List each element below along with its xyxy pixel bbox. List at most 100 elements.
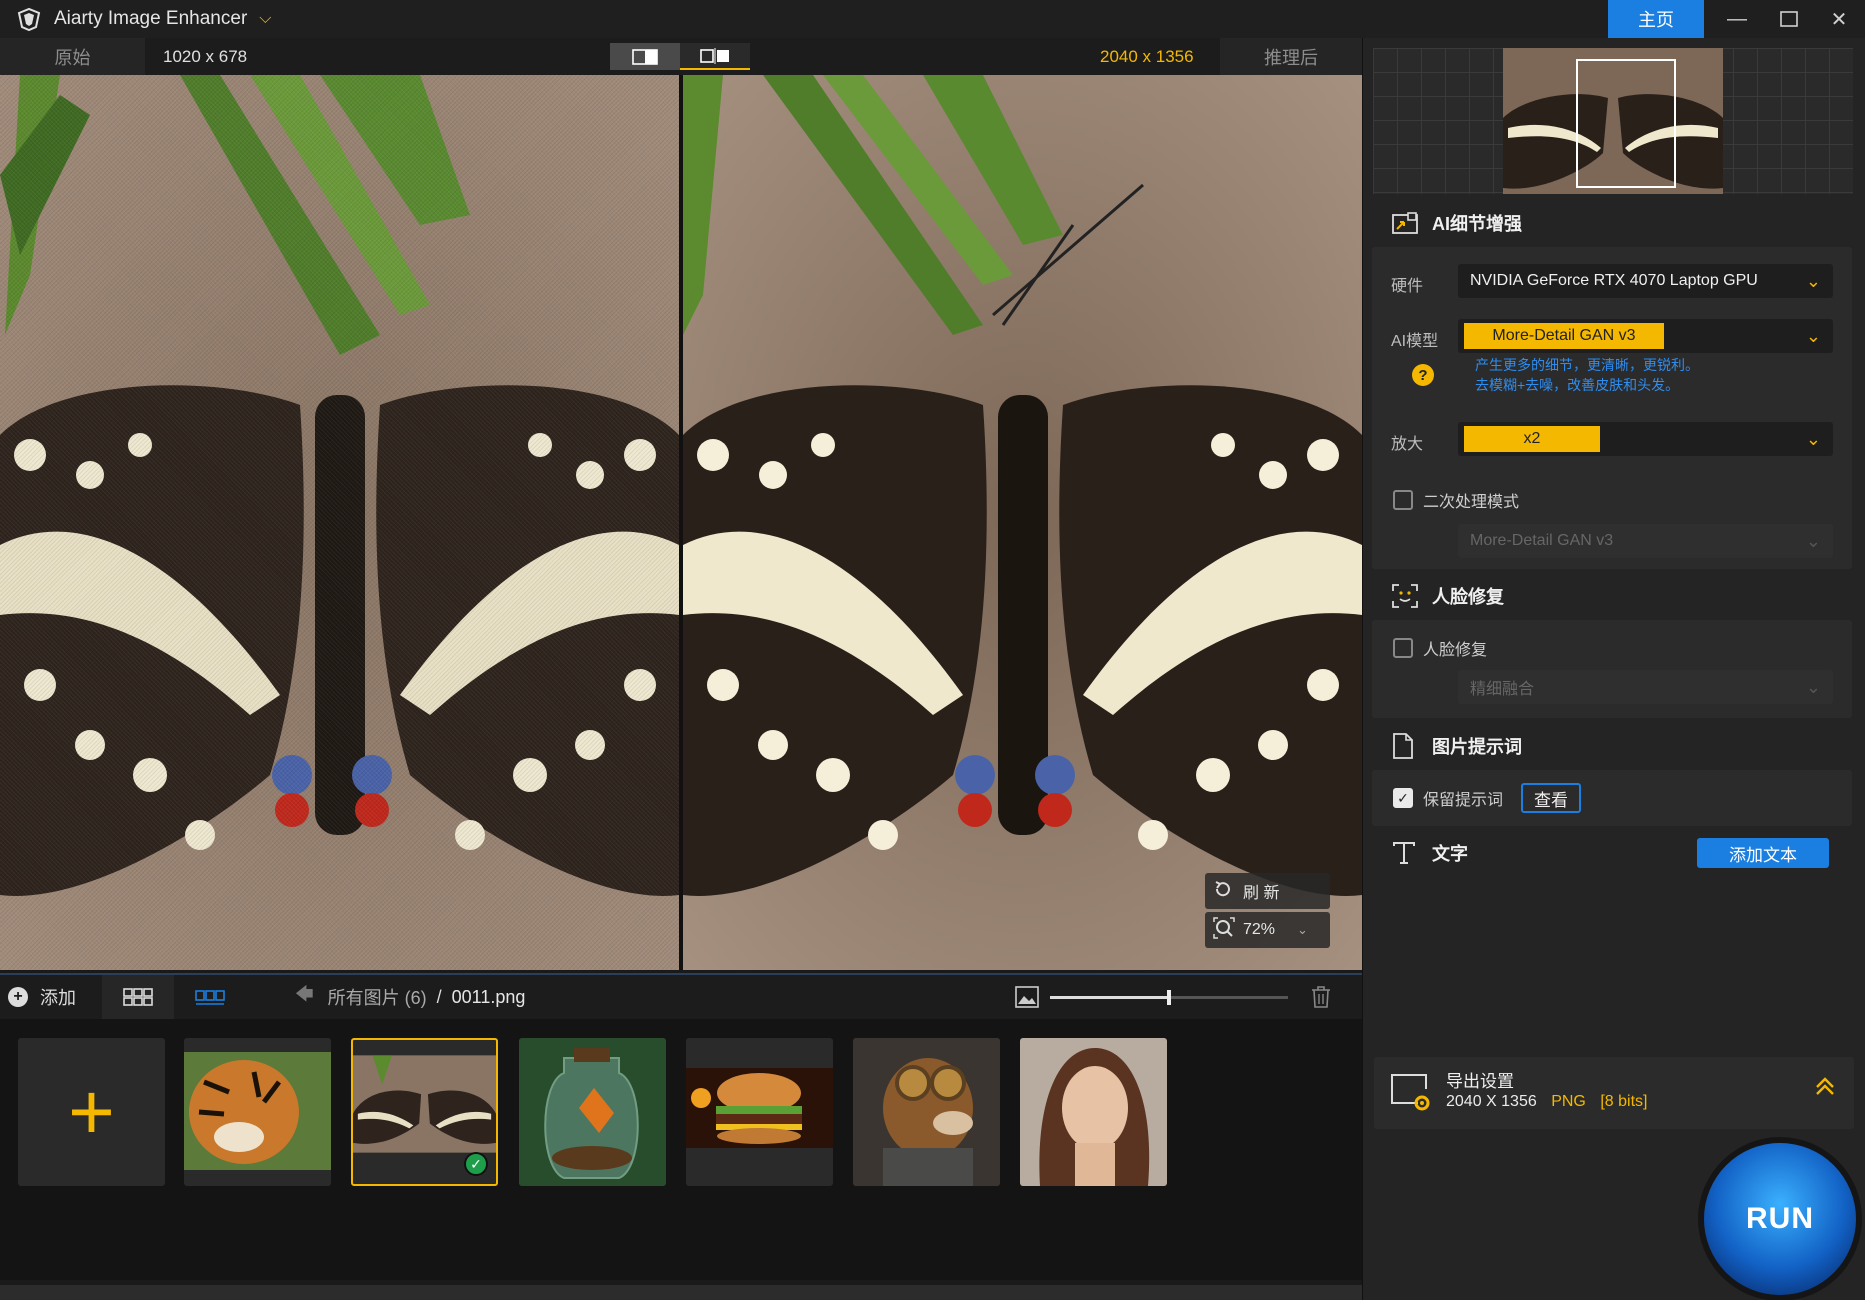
app-window: Aiarty Image Enhancer ⌵ 主页 — ✕ 原始 1020 x… (0, 0, 1865, 1300)
horizontal-scrollbar[interactable] (0, 1285, 1362, 1300)
ai-model-label: AI模型 (1391, 333, 1439, 350)
second-pass-checkbox-row[interactable]: 二次处理模式 (1393, 488, 1519, 512)
title-bar: Aiarty Image Enhancer ⌵ 主页 — ✕ (0, 0, 1865, 38)
export-format: PNG (1551, 1093, 1586, 1110)
strip-view-button[interactable] (174, 975, 246, 1019)
thumbnail-size-slider[interactable] (1050, 990, 1288, 1005)
second-pass-model-select[interactable]: More-Detail GAN v3 ⌄ (1458, 524, 1833, 558)
ai-model-select[interactable]: More-Detail GAN v3 ⌄ (1458, 319, 1833, 353)
navigator-viewport[interactable] (1576, 59, 1676, 188)
text-icon (1392, 841, 1420, 865)
chevron-down-icon[interactable]: ⌵ (259, 10, 271, 28)
single-view-icon (632, 48, 658, 65)
hardware-select[interactable]: NVIDIA GeForce RTX 4070 Laptop GPU ⌄ (1458, 264, 1833, 298)
refresh-label: 刷 新 (1243, 885, 1280, 902)
split-view-button[interactable] (680, 43, 750, 70)
ai-model-value: More-Detail GAN v3 (1464, 323, 1664, 349)
thumbnail-burger[interactable] (686, 1038, 833, 1186)
view-mode-toggle (610, 43, 750, 70)
face-checkbox-label: 人脸修复 (1423, 642, 1488, 659)
thumbnail-portrait[interactable] (1020, 1038, 1167, 1186)
chevron-down-icon: ⌄ (1297, 922, 1308, 937)
zoom-icon (1213, 916, 1243, 944)
second-pass-label: 二次处理模式 (1423, 494, 1520, 511)
breadcrumb-root[interactable]: 所有图片 (6) (328, 984, 427, 1010)
model-desc-line2: 去模糊+去噪，改善皮肤和头发。 (1475, 377, 1680, 393)
slider-handle[interactable] (1167, 990, 1171, 1005)
thumbnail-terrarium[interactable] (519, 1038, 666, 1186)
zoom-value: 72% (1243, 921, 1276, 938)
face-checkbox-row[interactable]: 人脸修复 (1393, 636, 1487, 660)
help-icon[interactable]: ? (1412, 364, 1434, 386)
plus-circle-icon: + (8, 987, 28, 1007)
text-title: 文字 (1432, 844, 1468, 864)
zoom-control[interactable]: 72% ⌄ (1205, 912, 1330, 948)
export-settings[interactable]: 导出设置 2040 X 1356 PNG [8 bits] (1374, 1057, 1854, 1129)
view-prompt-button[interactable]: 查看 (1521, 783, 1582, 813)
chevron-down-icon: ⌄ (1805, 429, 1821, 449)
trash-icon[interactable] (1310, 985, 1332, 1009)
back-arrow-icon[interactable]: 🡄 (295, 982, 314, 1012)
ai-enhance-title: AI细节增强 (1432, 214, 1522, 234)
minimize-icon[interactable]: — (1710, 0, 1764, 38)
face-checkbox[interactable] (1393, 638, 1413, 658)
butterfly-image (353, 1055, 496, 1153)
terrarium-image (519, 1038, 666, 1186)
run-button[interactable]: RUN (1704, 1143, 1856, 1295)
breadcrumb-file: 0011.png (451, 986, 526, 1007)
thumbnail-strip: + ✓ (0, 1019, 1362, 1280)
add-image-button[interactable]: + 添加 (8, 975, 76, 1019)
second-pass-checkbox[interactable] (1393, 490, 1413, 510)
face-mode: 精细融合 (1470, 681, 1535, 698)
model-description: 产生更多的细节，更清晰，更锐利。 去模糊+去噪，改善皮肤和头发。 (1475, 355, 1699, 395)
original-image-pane[interactable] (0, 75, 679, 970)
face-scan-icon (1392, 584, 1420, 608)
burger-image (686, 1068, 833, 1148)
chevron-down-icon: ⌄ (1805, 531, 1821, 551)
chevron-up-icon[interactable] (1814, 1075, 1836, 1103)
add-thumbnail-button[interactable]: + (18, 1038, 165, 1186)
maximize-icon[interactable] (1762, 0, 1816, 38)
keep-prompt-label: 保留提示词 (1423, 792, 1504, 809)
grid-view-button[interactable] (102, 975, 174, 1019)
second-pass-model: More-Detail GAN v3 (1470, 532, 1614, 549)
steampunk-dog-image (853, 1038, 1000, 1186)
original-resolution: 1020 x 678 (163, 46, 248, 66)
chevron-down-icon: ⌄ (1805, 326, 1821, 346)
noise-overlay (0, 75, 679, 970)
export-settings-icon (1391, 1074, 1430, 1111)
slider-fill (1050, 996, 1169, 999)
close-icon[interactable]: ✕ (1812, 0, 1865, 38)
app-logo-icon (17, 7, 41, 32)
enhance-icon (1392, 212, 1420, 234)
home-button[interactable]: 主页 (1608, 0, 1704, 38)
enhanced-tab[interactable]: 推理后 (1220, 38, 1362, 75)
export-bits: [8 bits] (1600, 1093, 1648, 1110)
document-icon (1392, 733, 1420, 759)
enhanced-image-pane[interactable] (683, 75, 1362, 970)
face-mode-select[interactable]: 精细融合 ⌄ (1458, 670, 1833, 704)
export-summary: 2040 X 1356 PNG [8 bits] (1446, 1093, 1647, 1111)
original-tab[interactable]: 原始 (0, 38, 145, 75)
gallery-toolbar: + 添加 🡄 所有图片 (6) / 0011.png (0, 973, 1362, 1019)
single-view-button[interactable] (610, 43, 680, 70)
refresh-button[interactable]: 刷 新 (1205, 873, 1330, 909)
navigator-preview[interactable] (1373, 48, 1853, 194)
face-title: 人脸修复 (1432, 587, 1504, 607)
add-text-button[interactable]: 添加文本 (1697, 838, 1829, 868)
scale-value: x2 (1464, 426, 1600, 452)
export-title: 导出设置 (1446, 1072, 1514, 1091)
scale-select[interactable]: x2 ⌄ (1458, 422, 1833, 456)
strip-view-icon (195, 990, 225, 1005)
keep-prompt-row: ✓ 保留提示词 查看 (1393, 783, 1582, 813)
breadcrumb-separator: / (436, 986, 442, 1007)
thumbnail-tiger[interactable] (184, 1038, 331, 1186)
tiger-image (184, 1052, 331, 1170)
thumbnail-butterfly[interactable]: ✓ (351, 1038, 498, 1186)
prompt-title: 图片提示词 (1432, 737, 1522, 757)
thumbnail-dog[interactable] (853, 1038, 1000, 1186)
ai-enhance-section-title: AI细节增强 (1392, 209, 1522, 237)
keep-prompt-checkbox[interactable]: ✓ (1393, 788, 1413, 808)
woman-portrait-image (1020, 1038, 1167, 1186)
breadcrumb: 🡄 所有图片 (6) / 0011.png (295, 975, 525, 1019)
